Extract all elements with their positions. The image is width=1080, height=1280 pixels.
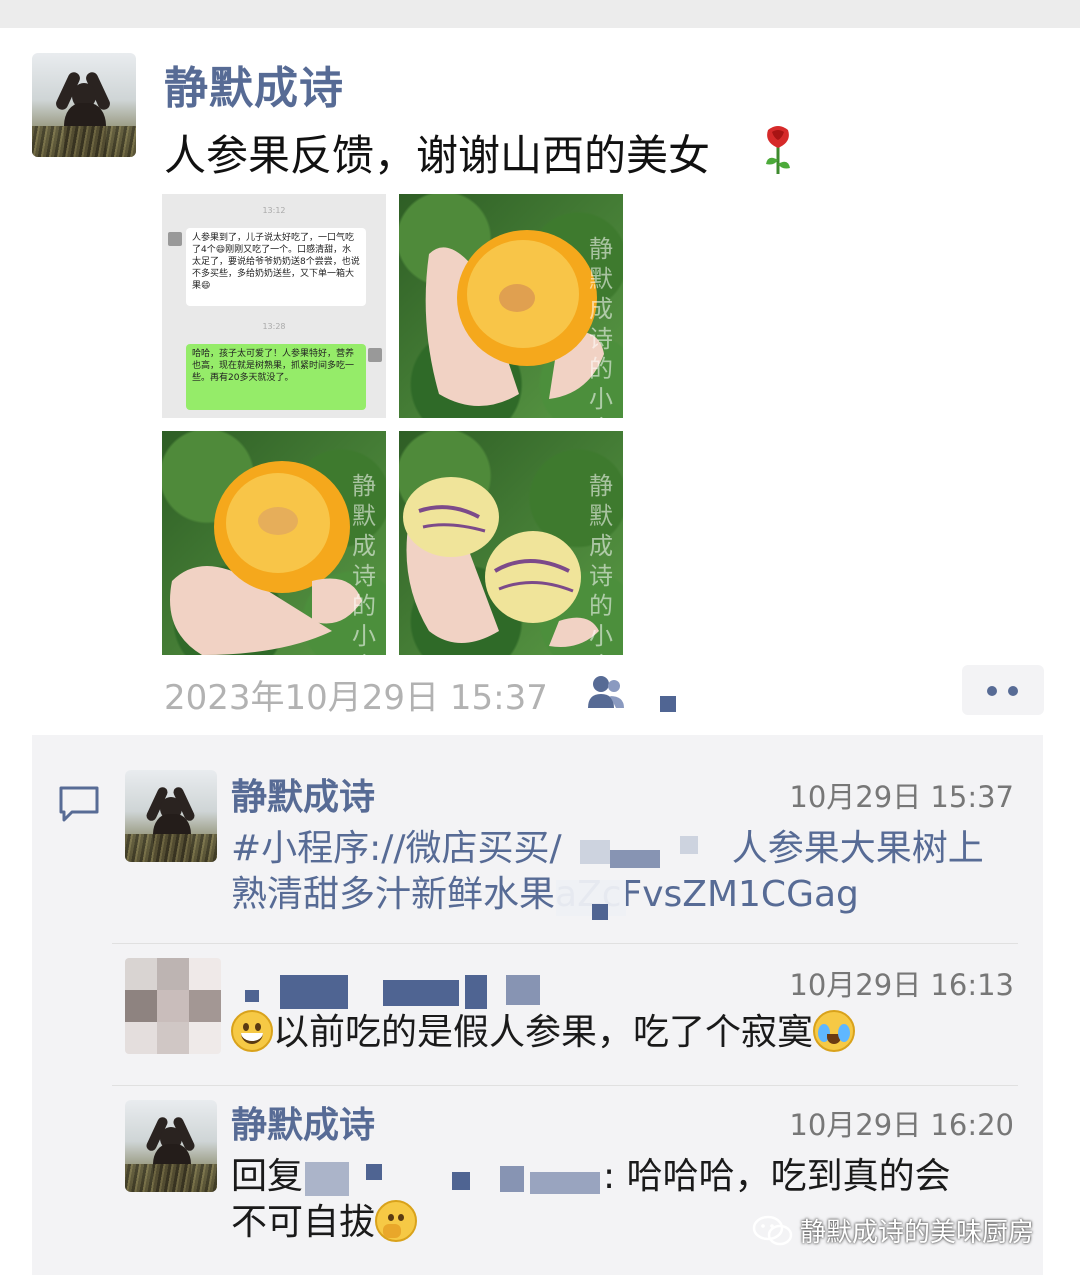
redacted-block [680, 836, 698, 854]
thinking-emoji-icon [375, 1200, 418, 1242]
post-text: 人参果反馈，谢谢山西的美女 [164, 131, 711, 180]
photo-fruit-cut-2[interactable]: 静默成诗的小店 [162, 431, 386, 655]
chat-time-2: 13:28 [262, 322, 286, 331]
reply-body: : 哈哈哈，吃到真的会 [603, 1156, 951, 1197]
dot [1008, 686, 1018, 696]
redacted-block [556, 880, 626, 916]
redacted-name [452, 1172, 470, 1190]
watermark: 静默成诗的小店 [589, 235, 613, 418]
redacted-name [506, 975, 540, 1005]
divider [112, 1085, 1018, 1086]
comment-time: 10月29日 15:37 [789, 780, 1014, 814]
link-text-part: 熟清甜多汁新鲜水果 [231, 874, 556, 915]
wechat-icon [752, 1215, 793, 1246]
comment-avatar[interactable] [125, 1100, 217, 1192]
redacted-name [366, 1164, 382, 1180]
chat-incoming-bubble: 人参果到了，儿子说太好吃了，一口气吃了4个😄刚刚又吃了一个。口感清甜，水太足了，… [186, 228, 366, 306]
reply-prefix: 回复 [231, 1156, 304, 1197]
dot [987, 686, 997, 696]
comment-miniprogram-link-cont[interactable]: 熟清甜多汁新鲜水果aZcFvsZM1CGag [231, 872, 859, 918]
link-text-part: #小程序://微店买买/ [231, 828, 562, 869]
comment-icon [59, 786, 99, 822]
watermark: 静默成诗的小店 [589, 472, 613, 655]
comment-avatar[interactable] [125, 770, 217, 862]
photo-fruit-cut-1[interactable]: 静默成诗的小店 [399, 194, 623, 418]
redacted-name [280, 975, 348, 1009]
comment-text-body: 以前吃的是假人参果，吃了个寂寞 [273, 1012, 814, 1053]
photo-chat-screenshot[interactable]: 13:12 人参果到了，儿子说太好吃了，一口气吃了4个😄刚刚又吃了一个。口感清甜… [162, 194, 386, 418]
redacted-block [660, 696, 676, 712]
comment-author[interactable]: 静默成诗 [231, 1096, 375, 1148]
divider [112, 943, 1018, 944]
top-bar [0, 0, 1080, 28]
redacted-block [592, 904, 608, 920]
footer-brand: 静默成诗的美味厨房 [800, 1218, 1035, 1248]
chat-avatar-icon [368, 348, 382, 362]
redacted-name [465, 975, 487, 1009]
post-timestamp: 2023年10月29日 15:37 [164, 678, 548, 718]
redacted-block [610, 850, 660, 868]
comment-text: 以前吃的是假人参果，吃了个寂寞 [231, 1010, 856, 1056]
redacted-name [530, 1172, 600, 1194]
comment-author[interactable]: 静默成诗 [231, 768, 375, 820]
comment-avatar[interactable] [125, 958, 221, 1054]
comment-time: 10月29日 16:20 [789, 1108, 1014, 1142]
watermark: 静默成诗的小店 [352, 472, 376, 655]
reply-line2: 不可自拔 [231, 1202, 376, 1243]
redacted-name [383, 980, 459, 1006]
comment-time: 10月29日 16:13 [789, 968, 1014, 1002]
author-avatar[interactable] [32, 53, 136, 157]
post-author-name[interactable]: 静默成诗 [164, 52, 344, 116]
photo-fruit-whole[interactable]: 静默成诗的小店 [399, 431, 623, 655]
redacted-name [500, 1166, 524, 1192]
redacted-block [580, 840, 610, 864]
chat-time-1: 13:12 [262, 206, 286, 215]
link-text-part: 人参果大果树上 [731, 828, 984, 869]
redacted-name [305, 1162, 349, 1196]
comment-reply-text-cont: 不可自拔 [231, 1200, 418, 1246]
chat-outgoing-bubble: 哈哈，孩子太可爱了！人参果特好，营养也高，现在就是树熟果，抓紧时间多吃一些。再有… [186, 344, 366, 410]
grin-emoji-icon [231, 1010, 273, 1052]
cry-laugh-emoji-icon [813, 1010, 856, 1052]
visibility-friends-icon[interactable] [586, 674, 626, 710]
redacted-name [245, 990, 259, 1002]
chat-avatar-icon [168, 232, 182, 246]
more-options-button[interactable] [962, 665, 1044, 715]
rose-icon [766, 126, 790, 174]
